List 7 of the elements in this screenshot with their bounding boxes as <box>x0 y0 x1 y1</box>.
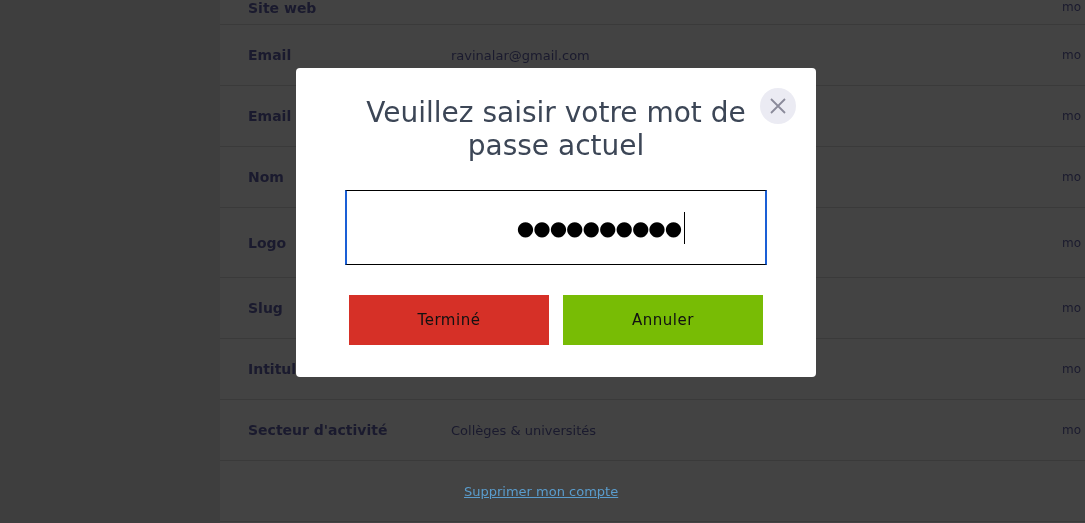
password-field[interactable]: ●●●●●●●●●● <box>345 190 767 265</box>
dialog-title: Veuillez saisir votre mot de passe actuel <box>365 96 747 162</box>
delete-account-link[interactable]: Supprimer mon compte <box>464 483 619 499</box>
close-button[interactable] <box>760 88 796 124</box>
cancel-button[interactable]: Annuler <box>563 295 763 345</box>
close-icon <box>769 97 787 115</box>
done-button[interactable]: Terminé <box>349 295 549 345</box>
